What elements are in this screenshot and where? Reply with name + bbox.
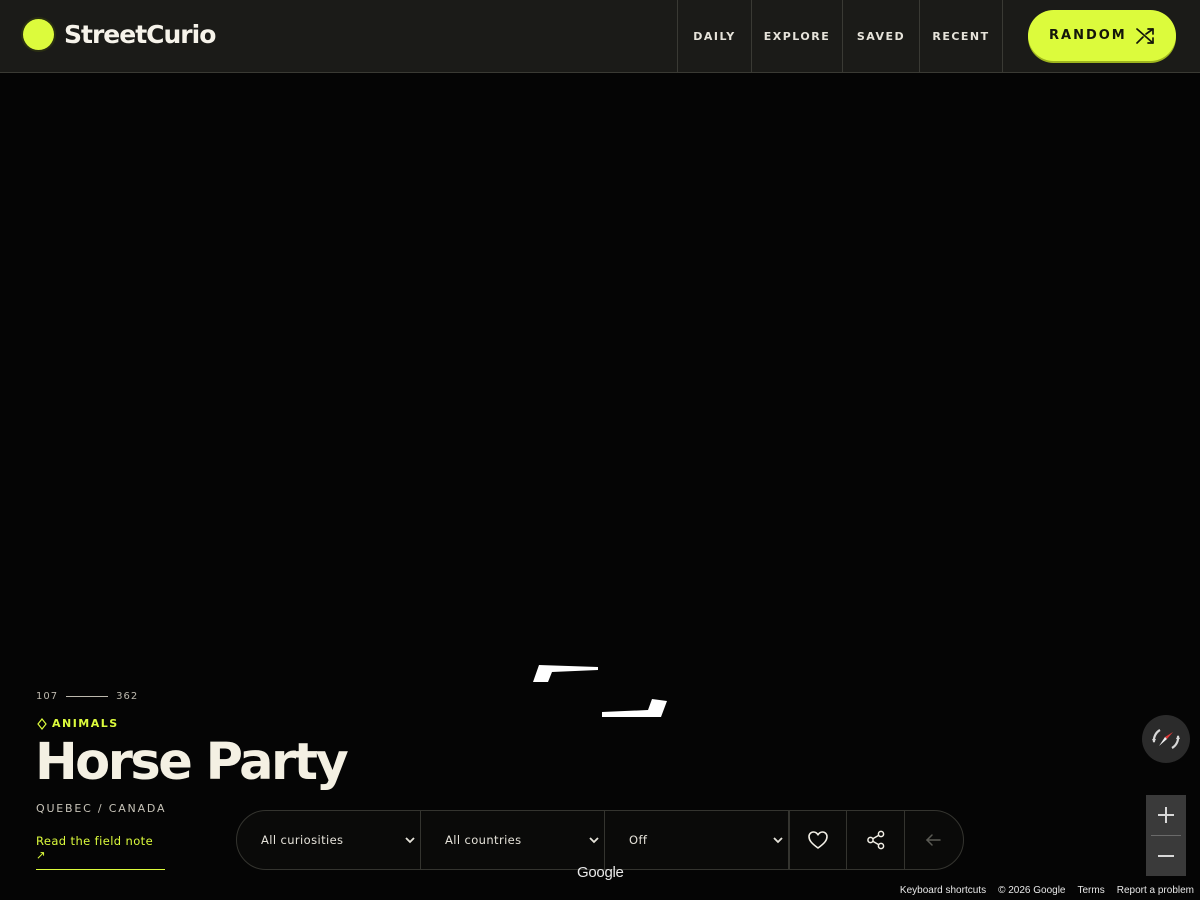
counter-total: 362 [116, 691, 139, 702]
heart-icon [808, 831, 828, 849]
main-nav: DAILY EXPLORE SAVED RECENT [677, 0, 1003, 72]
navigation-arrow-icon[interactable] [528, 657, 674, 727]
save-button[interactable] [789, 811, 847, 869]
place-location: QUEBEC / CANADA [36, 802, 167, 815]
compass-control[interactable] [1142, 715, 1190, 763]
chevron-down-icon [405, 837, 415, 844]
shuffle-icon [1136, 28, 1154, 44]
share-icon [866, 830, 884, 850]
zoom-control [1146, 795, 1186, 876]
nav-saved[interactable]: SAVED [842, 0, 919, 72]
country-select-value: All countries [445, 833, 522, 847]
curiosity-select-value: All curiosities [261, 833, 344, 847]
zoom-in-button[interactable] [1146, 795, 1186, 835]
mode-select-value: Off [629, 833, 648, 847]
share-button[interactable] [847, 811, 905, 869]
arrow-left-icon [925, 834, 941, 846]
country-select[interactable]: All countries [421, 811, 605, 869]
chevron-down-icon [773, 837, 783, 844]
counter-current: 107 [36, 691, 59, 702]
counter-divider [66, 696, 109, 697]
zoom-out-button[interactable] [1146, 836, 1186, 876]
minus-icon [1158, 855, 1174, 857]
logo-mark [23, 19, 54, 50]
map-attribution: Keyboard shortcuts © 2026 Google Terms R… [900, 885, 1194, 896]
place-title: Horse Party [35, 733, 349, 792]
google-logo: Google [577, 864, 624, 881]
random-button[interactable]: RANDOM [1028, 10, 1176, 61]
report-problem-link[interactable]: Report a problem [1117, 885, 1194, 896]
place-counter: 107 362 [36, 691, 138, 702]
back-button[interactable] [905, 811, 961, 869]
random-button-label: RANDOM [1049, 28, 1127, 43]
nav-recent[interactable]: RECENT [919, 0, 1003, 72]
top-bar: StreetCurio DAILY EXPLORE SAVED RECENT R… [0, 0, 1200, 73]
app-name: StreetCurio [64, 20, 216, 49]
plus-icon [1158, 807, 1174, 823]
copyright-text: © 2026 Google [998, 885, 1066, 896]
category-tag: ANIMALS [36, 717, 119, 730]
field-note-link[interactable]: Read the field note ↗ [36, 834, 165, 870]
mode-select[interactable]: Off [605, 811, 789, 869]
diamond-icon [37, 717, 47, 730]
keyboard-shortcuts-link[interactable]: Keyboard shortcuts [900, 885, 986, 896]
category-label: ANIMALS [52, 717, 119, 730]
nav-explore[interactable]: EXPLORE [751, 0, 842, 72]
chevron-down-icon [589, 837, 599, 844]
compass-icon [1152, 729, 1180, 749]
filter-bar: All curiosities All countries Off [236, 810, 964, 870]
curiosity-select[interactable]: All curiosities [237, 811, 421, 869]
terms-link[interactable]: Terms [1078, 885, 1105, 896]
nav-daily[interactable]: DAILY [677, 0, 751, 72]
brand-logo[interactable]: StreetCurio [23, 19, 216, 50]
